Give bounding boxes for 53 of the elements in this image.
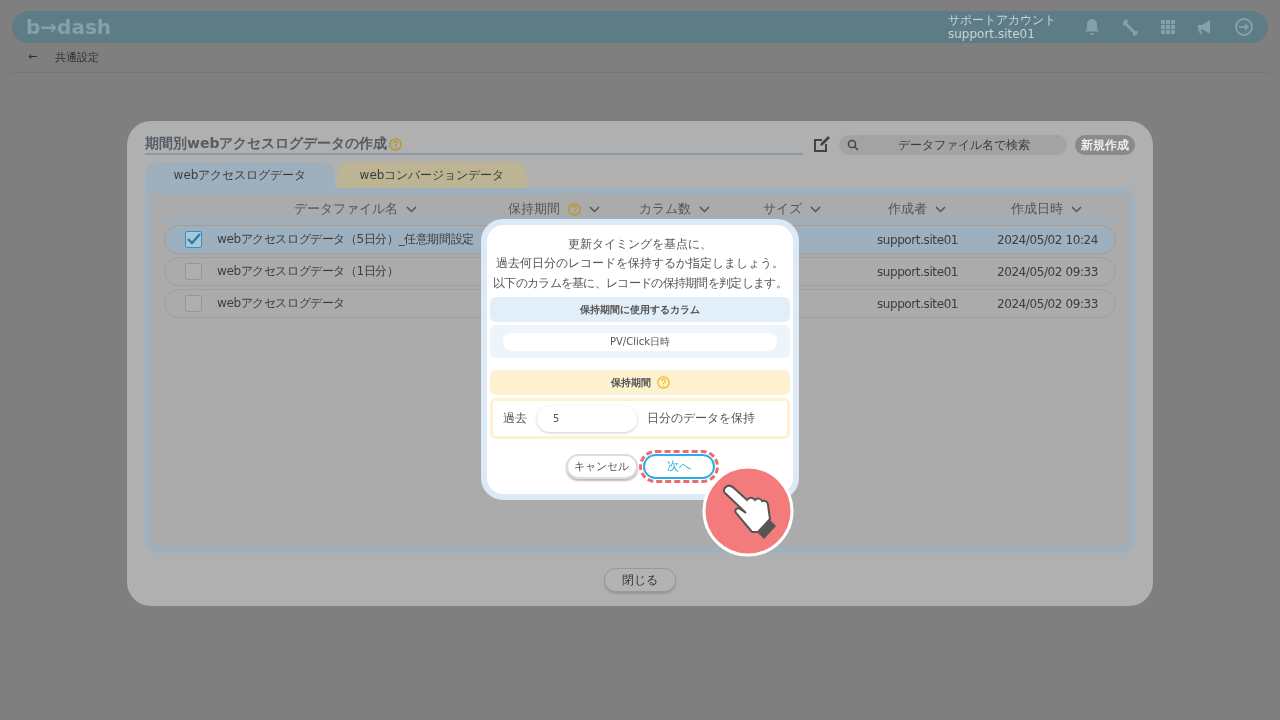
grid-icon[interactable]	[1158, 17, 1178, 37]
table-cell-text: support.site01	[875, 232, 960, 247]
chevron-down-icon[interactable]	[405, 205, 417, 213]
section-header: 保持期間に使用するカラム	[490, 297, 790, 322]
days-input[interactable]: 5	[537, 405, 637, 432]
suffix-label: 日分のデータを保持	[647, 410, 755, 427]
edit-icon[interactable]	[811, 135, 831, 155]
table-cell-text: support.site01	[875, 296, 960, 311]
table-cell-text: support.site01	[875, 264, 960, 279]
search-field[interactable]: データファイル名で検索	[839, 135, 1067, 155]
cancel-button[interactable]: キャンセル	[565, 454, 638, 479]
checkbox[interactable]	[185, 295, 202, 312]
tab[interactable]: webコンバージョンデータ	[337, 162, 527, 188]
column-header[interactable]: 保持期間	[508, 200, 560, 218]
column-header[interactable]: 作成日時	[1011, 200, 1063, 218]
column-header[interactable]: カラム数	[638, 200, 691, 218]
help-icon[interactable]	[389, 137, 403, 151]
table-cell-text: 2024/05/02 10:24	[995, 232, 1100, 247]
prefix-label: 過去	[503, 410, 527, 427]
column-header[interactable]: データファイル名	[293, 200, 398, 218]
table-cell-text: webアクセスログデータ	[217, 295, 346, 312]
table-cell-text: webアクセスログデータ（5日分）_任意期間設定	[217, 231, 475, 248]
chevron-down-icon[interactable]	[934, 205, 946, 213]
chevron-down-icon[interactable]	[698, 205, 710, 213]
close-button[interactable]: 閉じる	[604, 568, 676, 592]
chevron-down-icon[interactable]	[809, 205, 821, 213]
checkbox[interactable]	[185, 263, 202, 280]
back-link[interactable]: ←	[28, 50, 38, 65]
wrench-icon[interactable]	[1120, 17, 1140, 37]
account-label: サポートアカウント	[948, 13, 1056, 27]
account-id: support.site01	[948, 27, 1036, 41]
dialog-message: 過去何日分のレコードを保持するか指定しましょう。	[495, 255, 785, 272]
chevron-down-icon[interactable]	[589, 205, 600, 213]
search-icon	[847, 139, 859, 151]
column-header[interactable]: 作成者	[887, 200, 927, 218]
chevron-down-icon[interactable]	[1071, 205, 1082, 213]
tab[interactable]: webアクセスログデータ	[145, 162, 335, 188]
dialog-note: 以下のカラムを基に、レコードの保持期間を判定します。	[492, 275, 788, 292]
help-icon[interactable]	[568, 202, 581, 216]
bell-icon[interactable]	[1082, 17, 1102, 37]
column-value[interactable]: PV/Click日時	[503, 332, 777, 351]
logout-icon[interactable]	[1234, 17, 1254, 37]
checkbox[interactable]	[185, 231, 202, 248]
table-cell-text: 2024/05/02 09:33	[995, 296, 1100, 311]
dialog-message: 更新タイミングを基点に、	[567, 236, 713, 253]
breadcrumb-label: 共通設定	[55, 50, 100, 65]
table-cell-text: 2024/05/02 09:33	[995, 264, 1100, 279]
table-cell-text: webアクセスログデータ（1日分）	[217, 263, 400, 280]
new-button[interactable]: 新規作成	[1075, 135, 1135, 155]
help-icon[interactable]	[656, 376, 670, 389]
section-title: 保持期間	[610, 375, 651, 390]
column-header[interactable]: サイズ	[762, 200, 802, 218]
modal-title: 期間別webアクセスログデータの作成	[145, 135, 388, 153]
